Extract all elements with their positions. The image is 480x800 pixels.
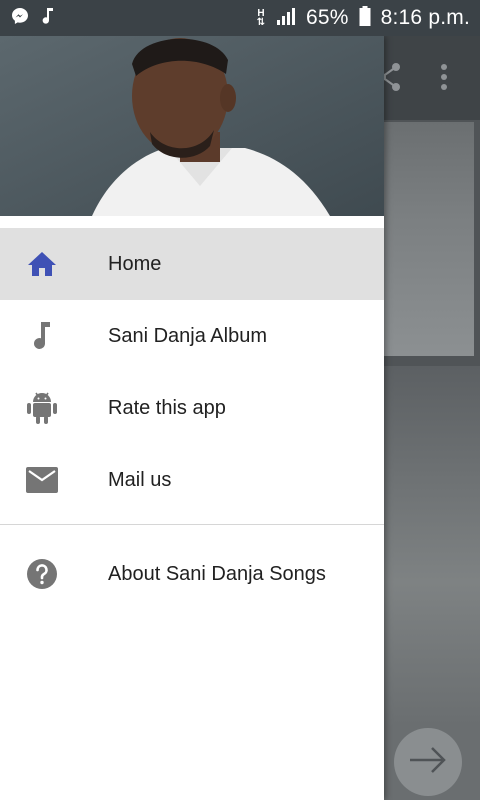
signal-bars-icon [276, 7, 296, 30]
more-vert-icon[interactable] [440, 64, 448, 95]
menu-item-label: Sani Danja Album [108, 324, 267, 347]
messenger-icon [10, 6, 30, 31]
network-h-icon: H ⇅ [256, 8, 266, 28]
menu-item-home[interactable]: Home [0, 228, 384, 300]
menu-item-label: Mail us [108, 468, 172, 491]
menu-item-label: Home [108, 252, 162, 275]
navigation-drawer: Home Sani Danja Album Rate this app Mail… [0, 36, 384, 800]
content-image [384, 122, 474, 356]
menu-item-rate[interactable]: Rate this app [0, 372, 384, 444]
arrow-forward-icon [408, 745, 448, 780]
content-image-2 [384, 366, 480, 726]
clock: 8:16 p.m. [380, 6, 470, 29]
android-icon [26, 392, 58, 424]
drawer-header [0, 36, 384, 216]
help-icon [26, 558, 58, 590]
home-icon [26, 248, 58, 280]
battery-percent: 65% [306, 6, 349, 29]
next-button[interactable] [394, 728, 462, 796]
music-note-icon [26, 320, 58, 352]
menu-item-label: Rate this app [108, 396, 226, 419]
mail-icon [26, 464, 58, 496]
battery-icon [359, 5, 371, 31]
status-bar: H ⇅ 65% 8:16 p.m. [0, 0, 480, 36]
menu-item-label: About Sani Danja Songs [108, 562, 326, 585]
menu-item-about[interactable]: About Sani Danja Songs [0, 543, 384, 605]
artist-photo [0, 36, 384, 216]
drawer-menu: Home Sani Danja Album Rate this app Mail… [0, 228, 384, 605]
menu-item-album[interactable]: Sani Danja Album [0, 300, 384, 372]
divider [0, 524, 384, 525]
music-note-icon [40, 6, 56, 31]
menu-item-mail[interactable]: Mail us [0, 444, 384, 516]
